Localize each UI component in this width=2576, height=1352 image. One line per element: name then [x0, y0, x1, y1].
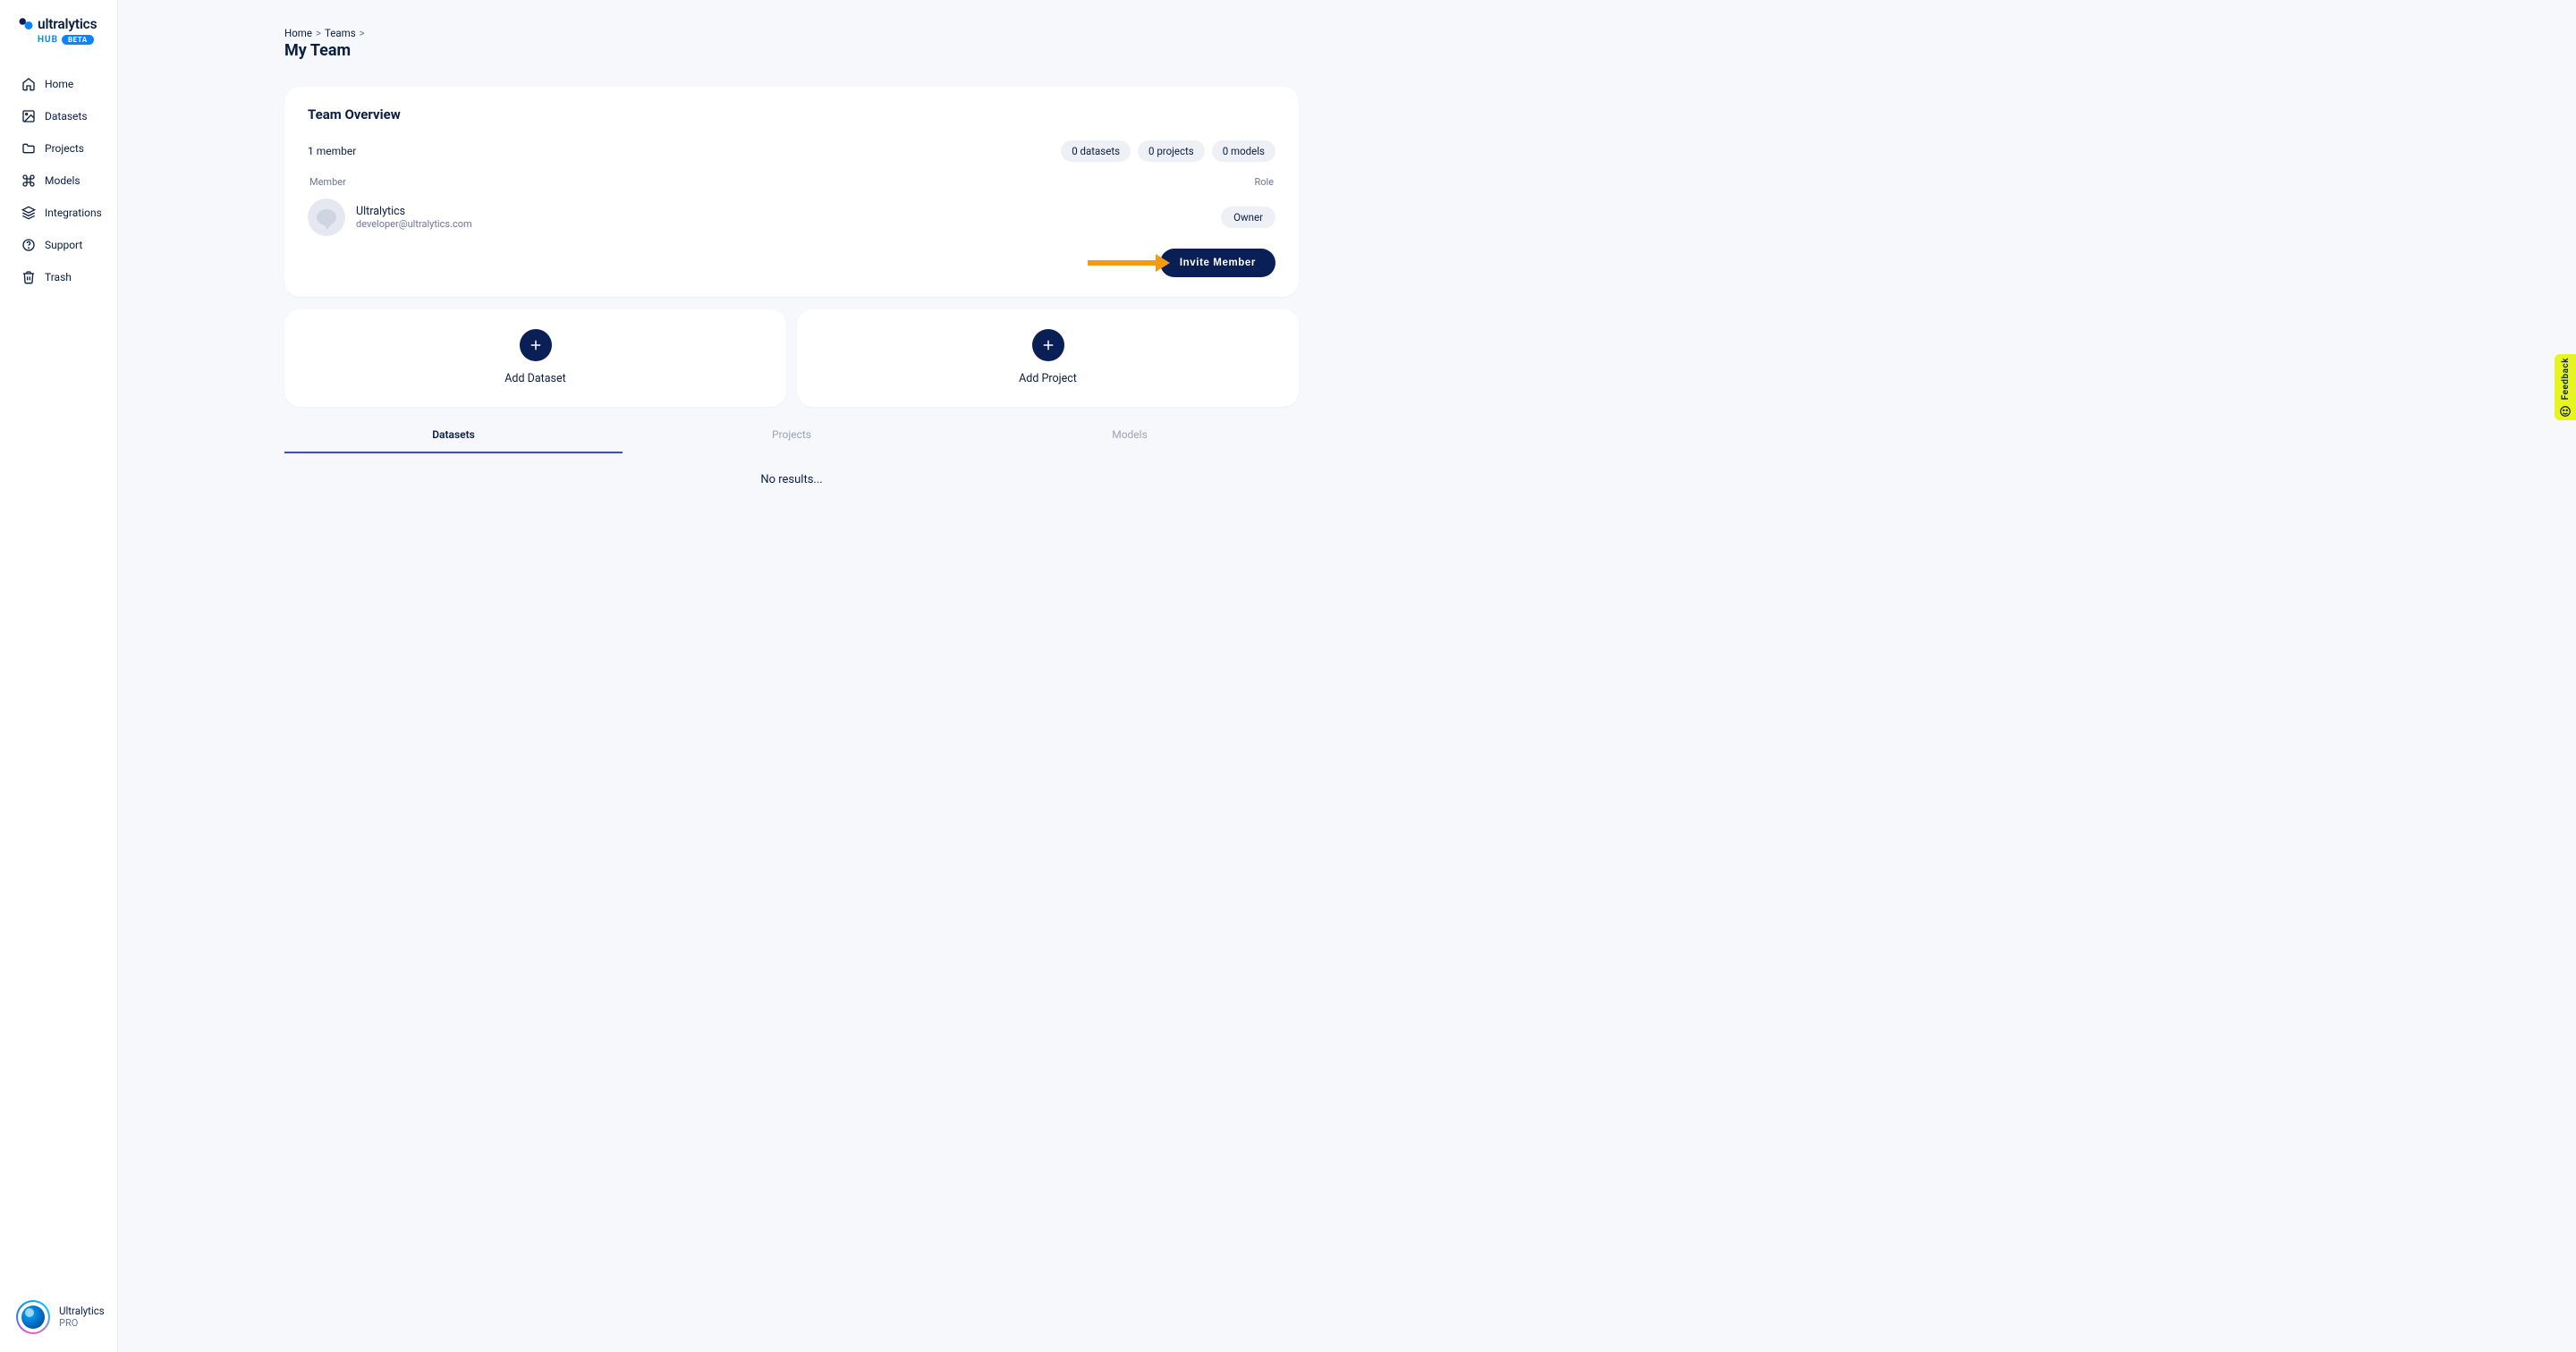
user-name: Ultralytics: [59, 1306, 105, 1318]
breadcrumb-teams[interactable]: Teams: [325, 27, 356, 39]
brand-hub: HUB: [38, 35, 58, 45]
layers-icon: [21, 206, 36, 220]
user-plan: PRO: [59, 1317, 105, 1329]
smiley-icon: [2559, 404, 2572, 417]
beta-badge: BETA: [62, 35, 94, 45]
command-icon: [21, 173, 36, 188]
member-email: developer@ultralytics.com: [356, 218, 472, 230]
breadcrumb-sep: >: [360, 27, 365, 39]
add-dataset-card[interactable]: Add Dataset: [284, 309, 786, 407]
sidebar-item-label: Integrations: [45, 207, 102, 219]
main-content: Home > Teams > My Team Team Overview 1 m…: [118, 0, 1352, 533]
arrow-annotation: [1088, 255, 1170, 271]
plus-icon: [520, 329, 552, 361]
role-badge: Owner: [1221, 207, 1275, 228]
brand-logo[interactable]: ultralytics HUB BETA: [0, 0, 117, 52]
sidebar-item-label: Datasets: [45, 110, 88, 123]
invite-member-button[interactable]: Invite Member: [1160, 249, 1275, 277]
sidebar-item-integrations[interactable]: Integrations: [0, 197, 117, 229]
member-row: Ultralytics developer@ultralytics.com Ow…: [308, 195, 1275, 249]
help-icon: [21, 238, 36, 252]
trash-icon: [21, 270, 36, 284]
stat-datasets: 0 datasets: [1061, 140, 1131, 162]
sidebar-item-label: Models: [45, 174, 80, 187]
sidebar-item-models[interactable]: Models: [0, 165, 117, 197]
breadcrumb: Home > Teams >: [284, 27, 1299, 39]
home-icon: [21, 77, 36, 91]
tab-datasets[interactable]: Datasets: [284, 419, 623, 453]
add-project-label: Add Project: [1019, 372, 1077, 385]
member-name: Ultralytics: [356, 205, 472, 218]
brand-name: ultralytics: [38, 16, 97, 32]
tab-models[interactable]: Models: [961, 419, 1299, 453]
member-count: 1 member: [308, 145, 356, 157]
member-avatar: [308, 199, 345, 236]
sidebar-item-label: Trash: [45, 271, 72, 283]
col-role: Role: [1254, 176, 1274, 188]
page-title: My Team: [284, 41, 1299, 60]
add-project-card[interactable]: Add Project: [797, 309, 1299, 407]
logo-mark-icon: [18, 16, 34, 32]
feedback-tab[interactable]: Feedback: [2555, 354, 2576, 420]
sidebar-item-projects[interactable]: Projects: [0, 132, 117, 165]
member-table-header: Member Role: [308, 176, 1275, 188]
folder-icon: [21, 141, 36, 156]
add-cards-row: Add Dataset Add Project: [284, 309, 1299, 407]
sidebar-item-datasets[interactable]: Datasets: [0, 100, 117, 132]
image-icon: [21, 109, 36, 123]
sidebar-item-label: Support: [45, 239, 82, 251]
sidebar-item-home[interactable]: Home: [0, 68, 117, 100]
plus-icon: [1032, 329, 1064, 361]
team-overview-card: Team Overview 1 member 0 datasets 0 proj…: [284, 87, 1299, 297]
sidebar-item-support[interactable]: Support: [0, 229, 117, 261]
add-dataset-label: Add Dataset: [504, 372, 565, 385]
tabs: Datasets Projects Models: [284, 419, 1299, 453]
empty-results: No results...: [284, 453, 1299, 506]
breadcrumb-sep: >: [316, 27, 321, 39]
stat-pills: 0 datasets 0 projects 0 models: [1061, 140, 1275, 162]
sidebar-item-label: Home: [45, 78, 73, 90]
sidebar-item-label: Projects: [45, 142, 84, 155]
feedback-label: Feedback: [2561, 358, 2571, 400]
sidebar: ultralytics HUB BETA Home Datasets Proje…: [0, 0, 118, 1352]
stat-models: 0 models: [1212, 140, 1275, 162]
stat-projects: 0 projects: [1138, 140, 1205, 162]
sidebar-nav: Home Datasets Projects Models Integratio…: [0, 68, 117, 293]
avatar: [16, 1300, 50, 1334]
sidebar-item-trash[interactable]: Trash: [0, 261, 117, 293]
col-member: Member: [309, 176, 346, 188]
tab-projects[interactable]: Projects: [623, 419, 961, 453]
breadcrumb-home[interactable]: Home: [284, 27, 312, 39]
card-title: Team Overview: [308, 106, 1275, 123]
user-card[interactable]: Ultralytics PRO: [9, 1293, 112, 1341]
